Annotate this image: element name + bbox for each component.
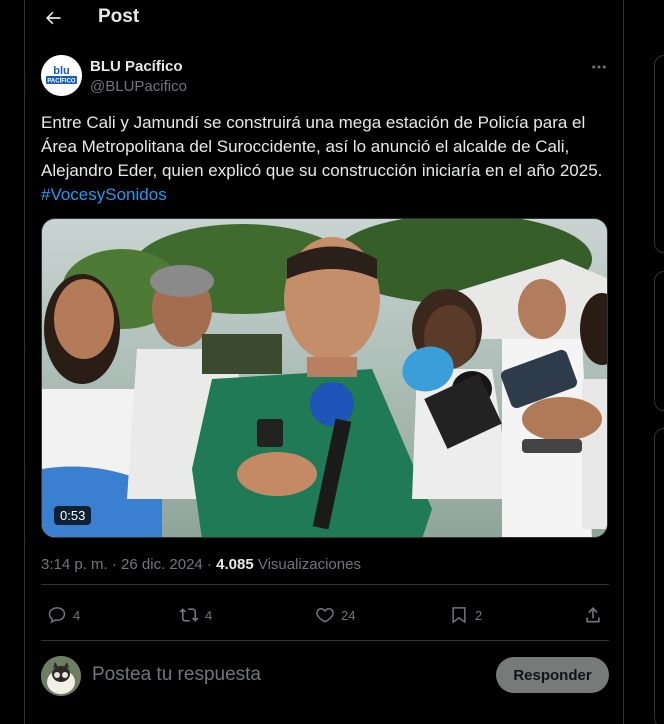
like-count: 24 <box>341 607 356 623</box>
author-handle[interactable]: @BLUPacifico <box>90 78 187 95</box>
divider <box>41 640 609 641</box>
sidebar-panel-edge <box>654 428 664 724</box>
video-player[interactable]: 0:53 <box>41 218 608 538</box>
bookmark-count: 2 <box>475 607 483 623</box>
author-row: blu PACÍFICO BLU Pacífico @BLUPacifico <box>41 55 611 99</box>
reply-composer: Responder <box>41 656 609 700</box>
tweet-body: Entre Cali y Jamundí se construirá una m… <box>41 113 603 180</box>
reply-icon <box>48 607 66 624</box>
meta-separator: · <box>107 556 122 573</box>
user-avatar[interactable] <box>41 656 81 696</box>
repost-count: 4 <box>205 607 213 623</box>
sidebar-panel-edge <box>654 55 664 253</box>
more-dots-icon <box>592 65 606 69</box>
views-count: 4.085 <box>216 556 254 573</box>
tweet-text: Entre Cali y Jamundí se construirá una m… <box>41 111 611 207</box>
divider <box>41 584 609 585</box>
author-display-name[interactable]: BLU Pacífico <box>90 58 183 75</box>
meta-separator: · <box>202 556 217 573</box>
repost-button[interactable]: 4 <box>179 601 212 629</box>
bookmark-icon <box>452 607 466 624</box>
author-avatar[interactable]: blu PACÍFICO <box>41 55 82 96</box>
post-column: Post blu PACÍFICO BLU Pacífico @BLUPacif… <box>24 0 624 724</box>
page-title: Post <box>98 6 140 27</box>
video-thumbnail <box>42 219 607 537</box>
cat-avatar-icon <box>41 656 81 696</box>
reply-input[interactable] <box>92 662 472 688</box>
arrow-left-icon <box>46 11 61 25</box>
reply-count: 4 <box>73 607 81 623</box>
like-button[interactable]: 24 <box>315 601 355 629</box>
video-duration: 0:53 <box>54 506 92 525</box>
share-icon <box>586 607 600 623</box>
action-bar: 4 4 24 2 <box>41 601 611 629</box>
blu-logo-icon: blu PACÍFICO <box>41 55 82 96</box>
back-button[interactable] <box>41 6 65 30</box>
bookmark-button[interactable]: 2 <box>449 601 482 629</box>
post-metadata: 3:14 p. m. · 26 dic. 2024 · 4.085 Visual… <box>41 556 361 573</box>
post-header: Post <box>25 0 625 37</box>
sidebar-panel-edge <box>654 271 664 411</box>
more-options-button[interactable] <box>587 57 611 77</box>
responder-button[interactable]: Responder <box>496 657 609 693</box>
heart-icon <box>316 607 334 623</box>
svg-text:PACÍFICO: PACÍFICO <box>47 77 76 85</box>
hashtag-link[interactable]: #VocesySonidos <box>41 185 167 204</box>
share-button[interactable] <box>583 601 603 629</box>
post-time[interactable]: 3:14 p. m. <box>41 556 108 573</box>
svg-text:blu: blu <box>53 65 70 77</box>
reply-button[interactable]: 4 <box>47 601 80 629</box>
post-date[interactable]: 26 dic. 2024 <box>121 556 203 573</box>
views-label: Visualizaciones <box>253 556 361 573</box>
repost-icon <box>179 608 199 622</box>
